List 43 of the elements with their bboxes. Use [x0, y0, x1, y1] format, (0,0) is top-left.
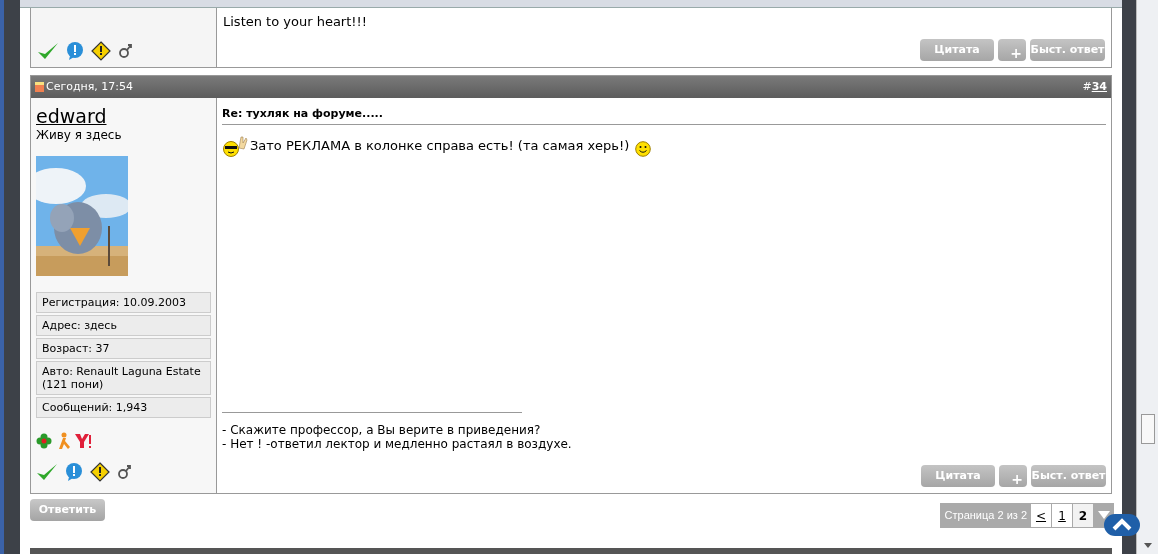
- page-count-label: Страница 2 из 2: [944, 508, 1028, 524]
- checkmark-icon: [37, 41, 59, 61]
- post-icon: [35, 82, 44, 92]
- page-link[interactable]: 1: [1052, 504, 1072, 527]
- male-symbol-icon: [117, 41, 133, 61]
- flower-icon: [36, 433, 52, 449]
- author-title: Живу я здесь: [36, 127, 123, 144]
- author-name-link[interactable]: edward: [36, 106, 107, 126]
- smiley-icon: [635, 140, 652, 157]
- cool-smiley-icon: [222, 134, 248, 157]
- quote-button[interactable]: Цитата: [920, 39, 994, 61]
- signature-line: - Скажите профессор, а Вы верите в приведения?: [222, 423, 542, 437]
- warning-icon: [90, 462, 110, 482]
- info-bubble-icon: [64, 462, 84, 482]
- scroll-to-top-icon[interactable]: [1104, 514, 1140, 536]
- profile-field: Адрес: здесь: [36, 315, 211, 336]
- signature-line: - Нет ! -ответил лектор и медленно растаял в воздухе.: [222, 437, 573, 451]
- male-symbol-icon: [116, 462, 132, 482]
- profile-field: Авто: Renault Laguna Estate (121 пони): [36, 361, 211, 395]
- post-subject: Re: тухляк на форуме.....: [222, 106, 1106, 125]
- quick-reply-button[interactable]: Быст. ответ: [1030, 39, 1105, 61]
- y-letter-icon: [74, 432, 92, 450]
- message-text: Зато РЕКЛАМА в колонке справа есть! (та самая херь!): [250, 137, 630, 155]
- profile-field: Сообщений: 1,943: [36, 397, 211, 418]
- message-text: Listen to your heart!!!: [223, 13, 368, 31]
- scrollbar-thumb[interactable]: [1140, 414, 1155, 444]
- profile-field: Регистрация: 10.09.2003: [36, 292, 211, 313]
- dropdown-arrow-icon[interactable]: [1098, 511, 1110, 520]
- quote-button[interactable]: Цитата: [921, 465, 995, 487]
- multiquote-button[interactable]: +: [999, 465, 1027, 487]
- warning-icon: [91, 41, 111, 61]
- quick-reply-button[interactable]: Быст. ответ: [1031, 465, 1106, 487]
- page-link[interactable]: <: [1031, 504, 1051, 527]
- post-date: Сегодня, 17:54: [46, 78, 134, 95]
- profile-field: Возраст: 37: [36, 338, 211, 359]
- info-bubble-icon: [65, 41, 85, 61]
- post-number-link[interactable]: 34: [1091, 79, 1107, 93]
- page-link[interactable]: 2: [1073, 504, 1093, 527]
- reply-button[interactable]: Ответить: [30, 499, 105, 521]
- multiquote-button[interactable]: +: [998, 39, 1026, 61]
- checkmark-icon: [36, 462, 58, 482]
- scroll-down-arrow-icon[interactable]: [1143, 543, 1152, 548]
- post-number: #34: [1082, 78, 1107, 95]
